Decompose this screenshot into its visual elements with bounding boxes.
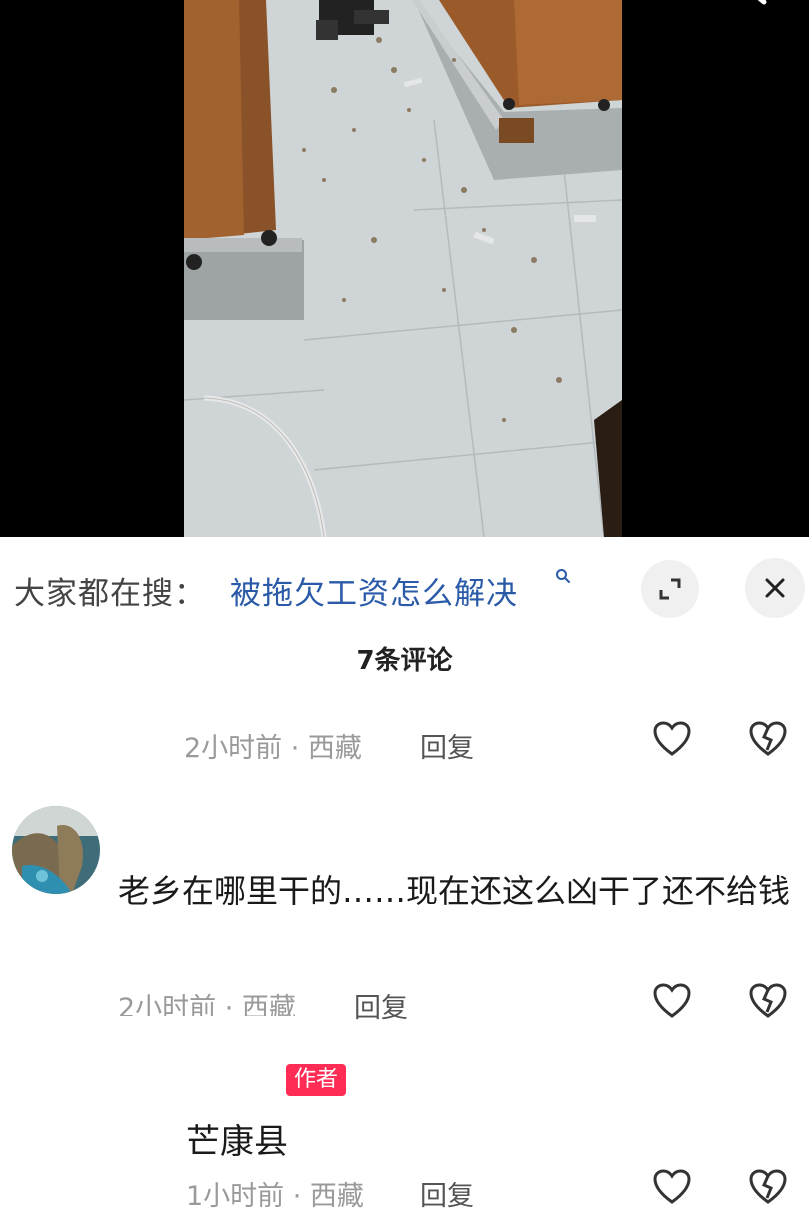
heart-icon[interactable] — [652, 982, 692, 1020]
username[interactable]: 芒康县 — [186, 1114, 288, 1163]
search-suggestion-bar: 大家都在搜： 被拖欠工资怎么解决 — [0, 556, 809, 622]
heart-icon[interactable] — [652, 1168, 692, 1206]
close-button[interactable] — [745, 558, 805, 618]
comment-text: 老乡在哪里干的……现在还这么凶干了还不给钱 — [118, 872, 791, 910]
broken-heart-icon[interactable] — [748, 982, 788, 1020]
expand-icon — [659, 578, 681, 600]
expand-button[interactable] — [641, 560, 699, 618]
broken-heart-icon[interactable] — [748, 720, 788, 758]
reply-button[interactable]: 回复 — [420, 726, 474, 765]
comment-time-location: 1小时前 · 西藏 — [186, 1181, 364, 1212]
comment-time-location: 2小时前 · 西藏 — [184, 733, 362, 764]
avatar-image — [12, 806, 100, 894]
search-suggestion-link[interactable]: 被拖欠工资怎么解决 — [230, 568, 518, 613]
comment-time-location: 2小时前 · 西藏 — [118, 993, 296, 1016]
close-icon — [765, 578, 785, 598]
reply-button[interactable]: 回复 — [354, 986, 408, 1025]
avatar[interactable] — [12, 806, 100, 894]
floor-photo — [184, 0, 622, 537]
search-icon[interactable] — [720, 0, 780, 22]
search-suggestion-prefix: 大家都在搜： — [14, 576, 206, 612]
video-player[interactable] — [0, 0, 809, 537]
author-badge: 作者 — [286, 1064, 347, 1096]
heart-icon[interactable] — [652, 720, 692, 758]
reply-button[interactable]: 回复 — [420, 1174, 474, 1213]
magnifier-icon — [556, 569, 570, 583]
video-frame — [184, 0, 622, 537]
comment-meta-clip: 2小时前 · 西藏 — [118, 980, 338, 1016]
broken-heart-icon[interactable] — [748, 1168, 788, 1206]
comments-count: 7条评论 — [356, 646, 453, 676]
